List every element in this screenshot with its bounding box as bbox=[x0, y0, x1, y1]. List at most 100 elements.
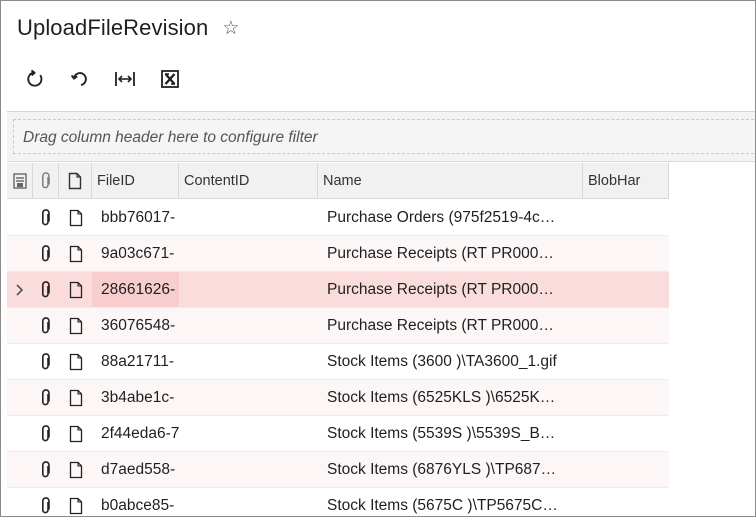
row-note-button[interactable] bbox=[59, 272, 92, 307]
cell-fileid[interactable]: 9a03c671- bbox=[92, 236, 179, 271]
cell-fileid[interactable]: d7aed558- bbox=[92, 452, 179, 487]
row-attachment-button[interactable] bbox=[33, 308, 59, 343]
row-attachment-button[interactable] bbox=[33, 452, 59, 487]
cell-contentid[interactable] bbox=[179, 236, 318, 271]
document-icon bbox=[69, 461, 82, 478]
paperclip-icon bbox=[42, 352, 50, 369]
paperclip-icon bbox=[42, 208, 50, 225]
column-header-blobhash[interactable]: BlobHar bbox=[583, 163, 669, 199]
row-selector[interactable] bbox=[7, 344, 33, 379]
filter-drop-zone[interactable]: Drag column header here to configure fil… bbox=[13, 119, 755, 154]
cell-blobhash[interactable] bbox=[583, 380, 669, 415]
row-note-button[interactable] bbox=[59, 344, 92, 379]
data-grid: Drag column header here to configure fil… bbox=[7, 111, 755, 516]
cell-fileid[interactable]: 36076548- bbox=[92, 308, 179, 343]
column-header-name[interactable]: Name bbox=[318, 163, 583, 199]
favorite-star-icon[interactable]: ☆ bbox=[222, 19, 239, 38]
header-row-selector[interactable] bbox=[7, 163, 33, 199]
cell-name[interactable]: Purchase Receipts (RT PR000… bbox=[318, 308, 583, 343]
cell-name[interactable]: Purchase Receipts (RT PR000… bbox=[318, 272, 583, 307]
document-icon bbox=[69, 353, 82, 370]
cell-name[interactable]: Stock Items (3600 )\TA3600_1.gif bbox=[318, 344, 583, 379]
refresh-button[interactable] bbox=[21, 65, 49, 93]
row-selector[interactable] bbox=[7, 272, 33, 307]
cell-blobhash[interactable] bbox=[583, 416, 669, 451]
paperclip-icon bbox=[42, 244, 50, 261]
table-row[interactable]: 2f44eda6-7 Stock Items (5539S )\5539S_B… bbox=[7, 416, 669, 452]
document-icon bbox=[69, 389, 82, 406]
cell-blobhash[interactable] bbox=[583, 452, 669, 487]
table-row[interactable]: 36076548- Purchase Receipts (RT PR000… bbox=[7, 308, 669, 344]
cell-blobhash[interactable] bbox=[583, 344, 669, 379]
row-attachment-button[interactable] bbox=[33, 344, 59, 379]
row-note-button[interactable] bbox=[59, 416, 92, 451]
table-row[interactable]: 3b4abe1c- Stock Items (6525KLS )\6525K… bbox=[7, 380, 669, 416]
paperclip-icon bbox=[42, 424, 50, 441]
row-attachment-button[interactable] bbox=[33, 380, 59, 415]
header-notes[interactable] bbox=[59, 163, 92, 199]
cell-contentid[interactable] bbox=[179, 380, 318, 415]
cell-name[interactable]: Purchase Receipts (RT PR000… bbox=[318, 236, 583, 271]
column-header-contentid[interactable]: ContentID bbox=[179, 163, 318, 199]
export-excel-button[interactable] bbox=[156, 65, 184, 93]
cell-name[interactable]: Stock Items (6525KLS )\6525K… bbox=[318, 380, 583, 415]
cell-fileid[interactable]: 28661626- bbox=[92, 272, 179, 307]
app-window: UploadFileRevision ☆ Drag column header … bbox=[0, 0, 756, 517]
table-row[interactable]: d7aed558- Stock Items (6876YLS )\TP687… bbox=[7, 452, 669, 488]
row-attachment-button[interactable] bbox=[33, 488, 59, 516]
cell-fileid[interactable]: 2f44eda6-7 bbox=[92, 416, 179, 451]
row-note-button[interactable] bbox=[59, 488, 92, 516]
row-selector[interactable] bbox=[7, 380, 33, 415]
cell-blobhash[interactable] bbox=[583, 236, 669, 271]
cell-fileid[interactable]: 88a21711- bbox=[92, 344, 179, 379]
document-icon bbox=[69, 209, 82, 226]
row-selector[interactable] bbox=[7, 308, 33, 343]
title-bar: UploadFileRevision ☆ bbox=[17, 13, 239, 43]
cell-fileid[interactable]: 3b4abe1c- bbox=[92, 380, 179, 415]
cell-blobhash[interactable] bbox=[583, 272, 669, 307]
cell-contentid[interactable] bbox=[179, 416, 318, 451]
chevron-right-icon bbox=[16, 283, 24, 296]
row-attachment-button[interactable] bbox=[33, 236, 59, 271]
cell-contentid[interactable] bbox=[179, 272, 318, 307]
row-selector[interactable] bbox=[7, 236, 33, 271]
row-selector[interactable] bbox=[7, 452, 33, 487]
cell-fileid[interactable]: b0abce85- bbox=[92, 488, 179, 516]
cell-contentid[interactable] bbox=[179, 488, 318, 516]
cell-name[interactable]: Stock Items (5539S )\5539S_B… bbox=[318, 416, 583, 451]
undo-button[interactable] bbox=[66, 65, 94, 93]
table-row[interactable]: 88a21711- Stock Items (3600 )\TA3600_1.gi… bbox=[7, 344, 669, 380]
row-attachment-button[interactable] bbox=[33, 272, 59, 307]
row-note-button[interactable] bbox=[59, 380, 92, 415]
cell-blobhash[interactable] bbox=[583, 488, 669, 516]
cell-name[interactable]: Stock Items (6876YLS )\TP687… bbox=[318, 452, 583, 487]
row-attachment-button[interactable] bbox=[33, 200, 59, 235]
cell-contentid[interactable] bbox=[179, 200, 318, 235]
row-selector[interactable] bbox=[7, 488, 33, 516]
row-attachment-button[interactable] bbox=[33, 416, 59, 451]
refresh-icon bbox=[27, 69, 43, 87]
cell-contentid[interactable] bbox=[179, 452, 318, 487]
header-attachments[interactable] bbox=[33, 163, 59, 199]
cell-contentid[interactable] bbox=[179, 344, 318, 379]
cell-contentid[interactable] bbox=[179, 308, 318, 343]
row-selector[interactable] bbox=[7, 200, 33, 235]
column-header-fileid[interactable]: FileID bbox=[92, 163, 179, 199]
fit-columns-button[interactable] bbox=[111, 65, 139, 93]
row-note-button[interactable] bbox=[59, 200, 92, 235]
row-note-button[interactable] bbox=[59, 452, 92, 487]
document-icon bbox=[69, 281, 82, 298]
cell-blobhash[interactable] bbox=[583, 200, 669, 235]
table-row[interactable]: 28661626- Purchase Receipts (RT PR000… bbox=[7, 272, 669, 308]
table-row[interactable]: bbb76017- Purchase Orders (975f2519-4c… bbox=[7, 200, 669, 236]
filter-bar: Drag column header here to configure fil… bbox=[7, 112, 755, 162]
table-row[interactable]: 9a03c671- Purchase Receipts (RT PR000… bbox=[7, 236, 669, 272]
table-row[interactable]: b0abce85- Stock Items (5675C )\TP5675C… bbox=[7, 488, 669, 516]
row-selector[interactable] bbox=[7, 416, 33, 451]
cell-name[interactable]: Stock Items (5675C )\TP5675C… bbox=[318, 488, 583, 516]
cell-fileid[interactable]: bbb76017- bbox=[92, 200, 179, 235]
cell-name[interactable]: Purchase Orders (975f2519-4c… bbox=[318, 200, 583, 235]
row-note-button[interactable] bbox=[59, 308, 92, 343]
row-note-button[interactable] bbox=[59, 236, 92, 271]
cell-blobhash[interactable] bbox=[583, 308, 669, 343]
